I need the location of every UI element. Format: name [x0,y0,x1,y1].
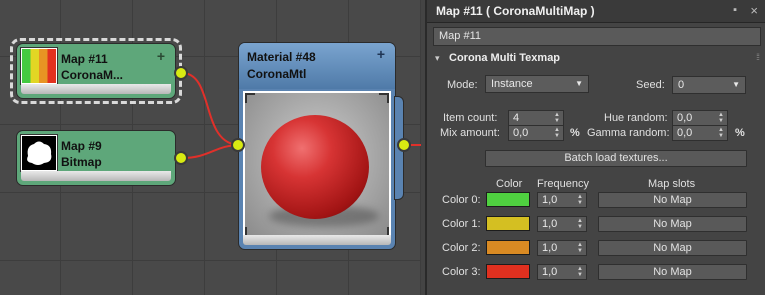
drag-grip-icon: ⁞⁞ [755,52,760,62]
panel-titlebar: Map #11 ( CoronaMultiMap ) ▪ × [427,0,765,23]
column-header-map-slots: Map slots [648,178,696,190]
bitmap-mask-icon [27,141,52,165]
frequency-spinner[interactable]: 1,0 ▲ ▼ [537,240,587,256]
color-swatch[interactable] [486,264,530,279]
gamma-random-value: 0,0 [677,127,693,139]
material-preview [243,91,391,239]
node-footer [21,171,171,181]
mode-label: Mode: [447,79,478,91]
mix-amount-value: 0,0 [513,127,529,139]
mode-dropdown[interactable]: Instance ▼ [485,75,589,93]
node-editor-canvas[interactable]: Map #11 CoronaM... + Map #9 Bitmap Mater… [0,0,421,295]
mix-percent: % [570,127,580,139]
seed-value: 0 [678,79,685,91]
item-count-label: Item count: [443,112,498,124]
input-socket[interactable] [231,138,245,152]
color-swatch[interactable] [486,216,530,231]
node-map9[interactable]: Map #9 Bitmap [16,130,176,186]
plus-icon[interactable]: + [157,48,165,64]
frequency-value: 1,0 [542,218,558,230]
node-footer [21,84,171,94]
spinner-arrows-icon[interactable]: ▲ ▼ [718,112,724,124]
output-socket[interactable] [174,66,188,80]
hue-random-label: Hue random: [604,112,668,124]
corner-mark [245,93,255,103]
red-sphere [261,115,369,219]
frequency-spinner[interactable]: 1,0 ▲ ▼ [537,192,587,208]
bitmap-thumbnail [20,134,58,172]
spinner-arrows-icon[interactable]: ▲ ▼ [554,112,560,124]
node-title: Map #11 [61,52,108,66]
hue-random-value: 0,0 [677,112,693,124]
frequency-value: 1,0 [542,242,558,254]
node-subtitle: CoronaM... [61,68,123,82]
spinner-arrows-icon[interactable]: ▲ ▼ [554,127,560,139]
mix-amount-label: Mix amount: [440,127,500,139]
node-material48[interactable]: Material #48 CoronaMtl + [238,42,396,250]
color-label: Color 0: [442,194,481,206]
map-name-field[interactable]: Map #11 [433,27,761,46]
node-subtitle: CoronaMtl [247,67,307,81]
item-count-spinner[interactable]: 4 ▲ ▼ [508,110,564,126]
collapse-icon[interactable]: ▾ [435,53,440,64]
mode-value: Instance [491,78,533,90]
map-slot-button[interactable]: No Map [598,192,747,208]
map-slot-button[interactable]: No Map [598,216,747,232]
gamma-random-spinner[interactable]: 0,0 ▲ ▼ [672,125,728,141]
node-title: Material #48 [247,50,316,64]
spinner-arrows-icon[interactable]: ▲ ▼ [577,218,583,230]
frequency-value: 1,0 [542,266,558,278]
color-swatch[interactable] [486,240,530,255]
node-map11[interactable]: Map #11 CoronaM... + [16,43,176,99]
column-header-color: Color [496,178,523,190]
mix-amount-spinner[interactable]: 0,0 ▲ ▼ [508,125,564,141]
node-title: Map #9 [61,139,102,153]
frequency-spinner[interactable]: 1,0 ▲ ▼ [537,216,587,232]
seed-dropdown[interactable]: 0 ▼ [672,76,746,94]
color-label: Color 1: [442,218,481,230]
spinner-arrows-icon[interactable]: ▲ ▼ [577,266,583,278]
rollout-title: Corona Multi Texmap [449,52,561,64]
rollout-header[interactable]: ▾ Corona Multi Texmap ⁞⁞ [433,51,761,68]
menu-icon[interactable]: ▪ [733,4,737,16]
output-socket[interactable] [174,151,188,165]
batch-load-button[interactable]: Batch load textures... [485,150,747,167]
map-slot-button[interactable]: No Map [598,240,747,256]
wire-map11-material [181,72,241,146]
chevron-down-icon: ▼ [732,80,740,89]
map-slot-button[interactable]: No Map [598,264,747,280]
seed-label: Seed: [636,79,665,91]
node-subtitle: Bitmap [61,155,102,169]
close-icon[interactable]: × [750,3,758,18]
gamma-random-label: Gamma random: [587,127,670,139]
spinner-arrows-icon[interactable]: ▲ ▼ [577,242,583,254]
color-swatch[interactable] [486,192,530,207]
item-count-value: 4 [513,112,520,124]
chevron-down-icon: ▼ [575,79,583,88]
parameter-panel: Map #11 ( CoronaMultiMap ) ▪ × Map #11 ▾… [425,0,765,295]
output-socket[interactable] [397,138,411,152]
node-footer [243,235,391,245]
frequency-spinner[interactable]: 1,0 ▲ ▼ [537,264,587,280]
spinner-arrows-icon[interactable]: ▲ ▼ [718,127,724,139]
plus-icon[interactable]: + [377,46,385,62]
color-label: Color 2: [442,242,481,254]
multimap-thumbnail [20,47,58,85]
spinner-arrows-icon[interactable]: ▲ ▼ [577,194,583,206]
hue-random-spinner[interactable]: 0,0 ▲ ▼ [672,110,728,126]
column-header-frequency: Frequency [537,178,589,190]
corner-mark [379,93,389,103]
gamma-percent: % [735,127,745,139]
frequency-value: 1,0 [542,194,558,206]
color-label: Color 3: [442,266,481,278]
panel-title: Map #11 ( CoronaMultiMap ) [436,4,595,18]
